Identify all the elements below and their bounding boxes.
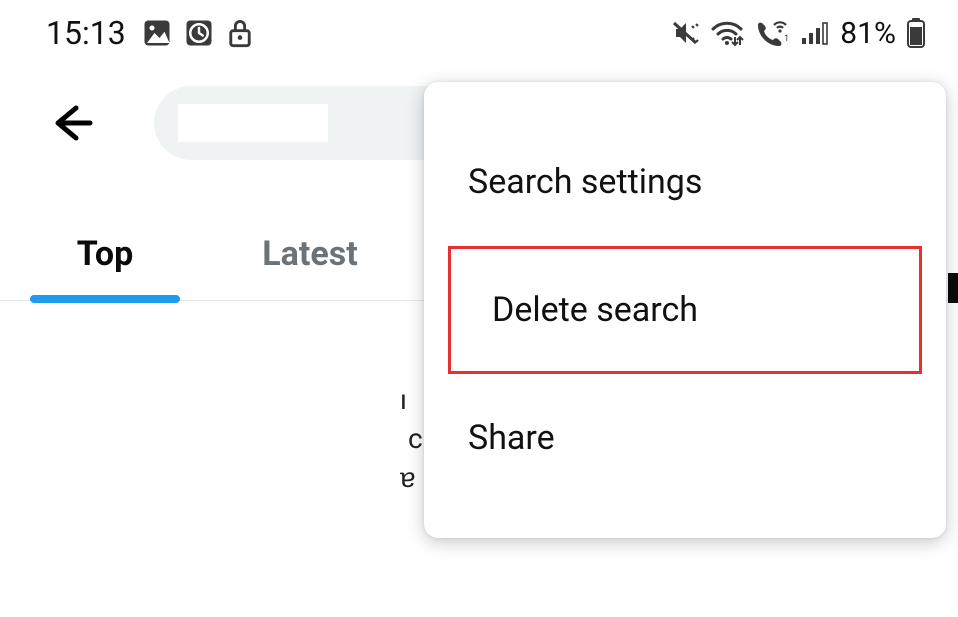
back-button[interactable] <box>48 100 94 146</box>
tab-active-indicator <box>30 295 180 303</box>
battery-percentage: 81% <box>840 16 896 51</box>
tab-top[interactable]: Top <box>0 214 210 300</box>
lock-icon <box>226 18 254 48</box>
tab-latest[interactable]: Latest <box>210 214 410 300</box>
back-arrow-icon <box>48 100 94 146</box>
menu-item-label: Share <box>468 418 555 458</box>
status-left: 15:13 <box>46 14 254 52</box>
tab-label: Latest <box>262 234 357 274</box>
menu-item-share[interactable]: Share <box>424 374 946 502</box>
status-right: 1 81% <box>670 16 926 51</box>
menu-item-search-settings[interactable]: Search settings <box>424 118 946 246</box>
tab-label: Top <box>77 234 134 274</box>
status-bar: 15:13 1 81% <box>0 0 958 62</box>
signal-icon <box>800 20 830 46</box>
battery-icon <box>906 18 926 48</box>
menu-item-label: Delete search <box>492 290 698 330</box>
obscured-content: ı cɐ <box>400 380 424 498</box>
menu-item-delete-search[interactable]: Delete search <box>448 246 922 374</box>
partial-tab-right <box>948 273 958 303</box>
search-text-area <box>178 104 328 142</box>
clock-icon <box>184 18 214 48</box>
menu-item-label: Search settings <box>468 162 702 202</box>
svg-text:1: 1 <box>784 34 789 44</box>
mute-vibrate-icon <box>670 19 700 47</box>
wifi-calling-icon: 1 <box>754 19 790 47</box>
wifi-icon <box>710 19 744 47</box>
clock-time: 15:13 <box>46 14 126 52</box>
image-icon <box>142 18 172 48</box>
overflow-menu: Search settings Delete search Share <box>424 82 946 538</box>
